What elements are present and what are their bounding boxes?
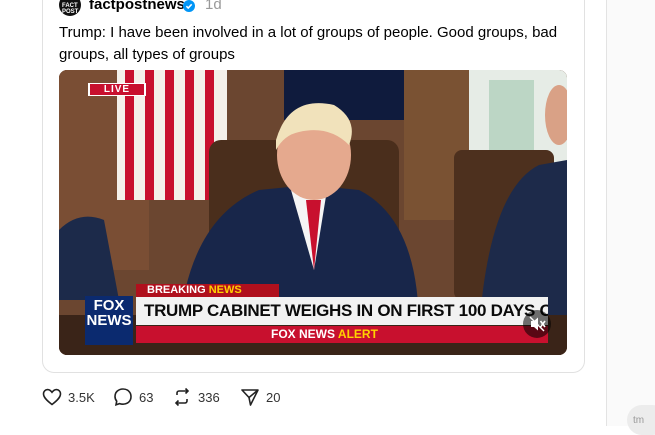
video-player[interactable]: LIVE BREAKING NEWS FOX NEWS TRUMP CABINE…	[59, 70, 567, 355]
logo-line-2: NEWS	[86, 312, 132, 329]
heart-icon	[42, 388, 62, 406]
post-actions-bar: 3.5K 63 336 20	[0, 386, 600, 408]
repost-count: 336	[198, 389, 220, 405]
alert-part-1: FOX NEWS	[271, 327, 336, 341]
post-timestamp[interactable]: 1d	[205, 0, 222, 13]
post-caption: Trump: I have been involved in a lot of …	[59, 24, 558, 63]
speaker-muted-icon	[529, 316, 546, 332]
send-icon	[241, 389, 259, 406]
mute-toggle-button[interactable]	[523, 310, 551, 338]
repost-icon	[174, 387, 190, 407]
avatar-text: FACT POST	[62, 3, 79, 15]
username-link[interactable]: factpostnews	[89, 0, 185, 13]
share-count: 20	[266, 389, 281, 405]
fox-news-logo: FOX NEWS	[85, 296, 133, 345]
pill-label: tm	[633, 415, 645, 426]
share-button[interactable]: 20	[240, 386, 280, 408]
alert-part-2: ALERT	[337, 327, 378, 341]
like-button[interactable]: 3.5K	[42, 386, 95, 408]
logo-line-1: FOX	[93, 297, 125, 314]
reply-count: 63	[139, 389, 154, 405]
comment-icon	[114, 388, 132, 406]
like-count: 3.5K	[68, 389, 95, 405]
live-badge: LIVE	[88, 83, 146, 96]
reply-button[interactable]: 63	[113, 386, 153, 408]
column-divider	[606, 0, 607, 426]
verified-badge-icon	[183, 0, 195, 12]
live-label: LIVE	[90, 84, 144, 95]
headline-chyron: TRUMP CABINET WEIGHS IN ON FIRST 100 DAY…	[136, 297, 548, 325]
news-alert-bar: FOX NEWS ALERT	[136, 326, 548, 343]
breaking-label: BREAKING	[147, 284, 206, 296]
repost-button[interactable]: 336	[172, 386, 220, 408]
avatar[interactable]: FACT POST	[59, 0, 81, 16]
breaking-news-banner: BREAKING NEWS	[136, 284, 279, 297]
right-column-background	[607, 0, 655, 426]
breaking-news-label: NEWS	[208, 284, 242, 296]
floating-pill-button[interactable]: tm	[627, 405, 655, 435]
